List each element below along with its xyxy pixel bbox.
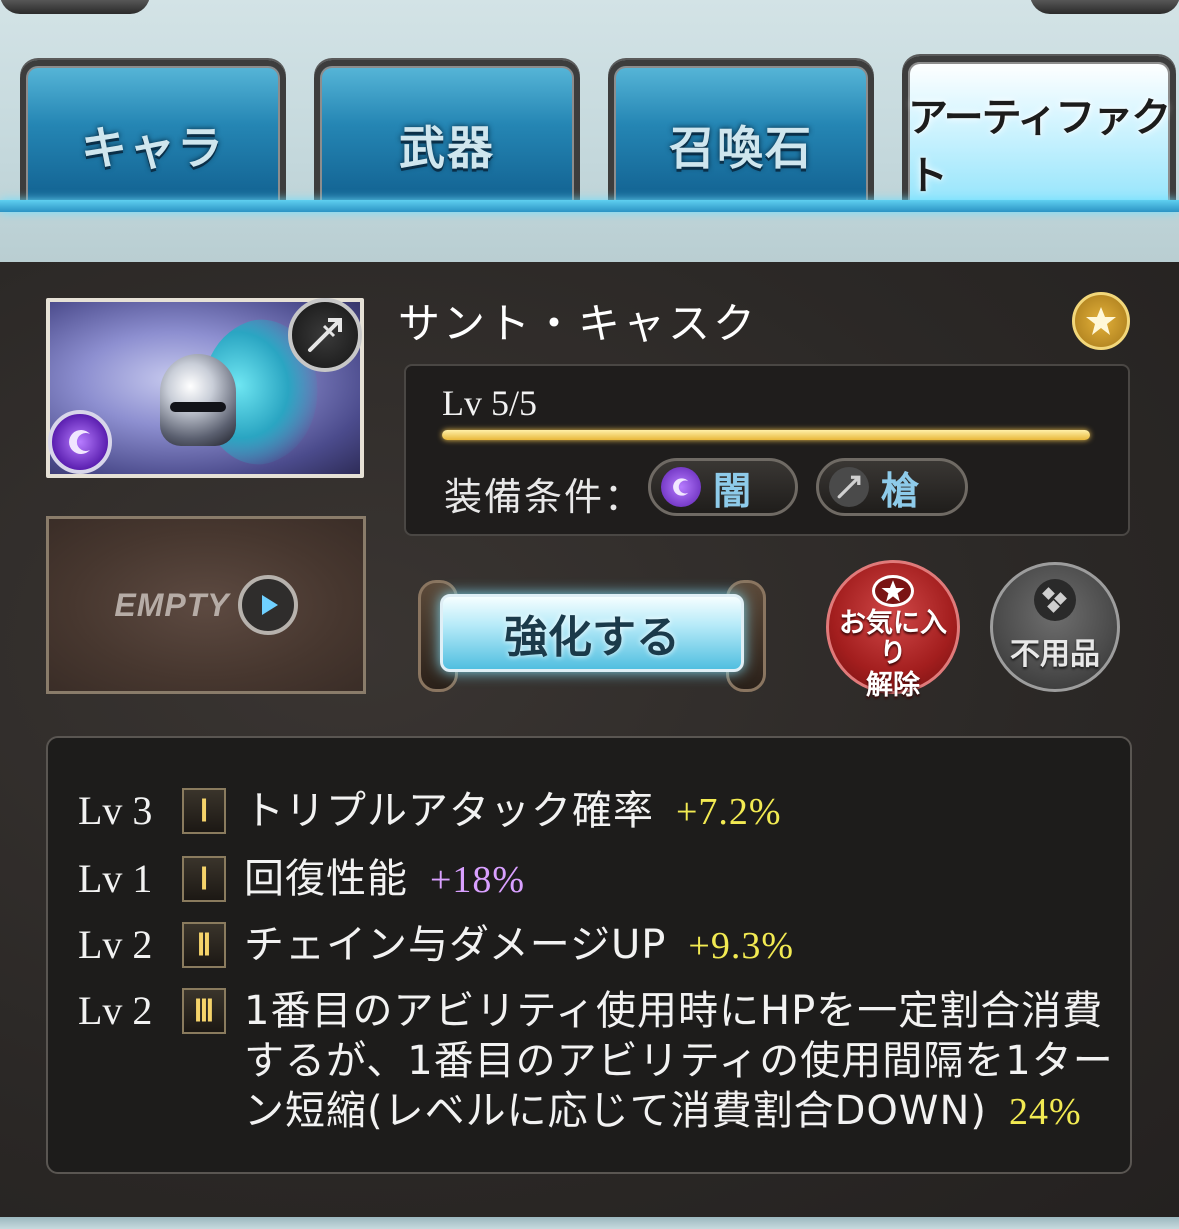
unneeded-icon xyxy=(1034,579,1076,621)
dark-element-icon xyxy=(48,410,112,474)
skill-level: Lv 1 xyxy=(78,856,153,901)
skill-level: Lv 2 xyxy=(78,988,153,1033)
skill-tier-badge: Ⅱ xyxy=(182,922,226,968)
tab-bar: キャラ 武器 召喚石 アーティファクト xyxy=(0,0,1179,262)
empty-skin-slot[interactable]: EMPTY xyxy=(46,516,366,694)
skill-tier-badge: Ⅰ xyxy=(182,856,226,902)
tab-label: キャラ xyxy=(81,121,225,175)
spear-icon xyxy=(829,467,869,507)
play-icon[interactable] xyxy=(237,575,298,635)
frame-ornament xyxy=(0,0,150,14)
helmet-icon xyxy=(160,354,236,446)
tab-summons[interactable]: 召喚石 xyxy=(608,60,874,212)
skill-text-line3-wrap: ン短縮(レベルに応じて消費割合DOWN) 24% xyxy=(244,1086,1104,1137)
skill-text-line3: ン短縮(レベルに応じて消費割合DOWN) xyxy=(244,1088,987,1134)
tab-artifacts[interactable]: アーティファクト xyxy=(902,56,1176,212)
skill-value: +18% xyxy=(430,859,526,901)
skill-text: チェイン与ダメージUP xyxy=(244,922,667,968)
condition-dark: 闇 xyxy=(648,458,798,516)
unfavorite-label-2: 解除 xyxy=(866,670,920,701)
skill-text-line2: するが、1番目のアビリティの使用間隔を1ター xyxy=(244,1038,1114,1084)
skill-text: 回復性能 xyxy=(244,856,408,902)
skill-description: 1番目のアビリティ使用時にHPを一定割合消費 するが、1番目のアビリティの使用間… xyxy=(244,986,1114,1137)
unneeded-button[interactable]: 不用品 xyxy=(990,562,1120,692)
skill-row: Lv 2 Ⅱ チェイン与ダメージUP +9.3% xyxy=(78,920,794,971)
unfavorite-button[interactable]: お気に入り 解除 xyxy=(826,560,960,701)
condition-label: 闇 xyxy=(713,468,752,513)
enhance-button[interactable]: 強化する xyxy=(418,576,766,692)
enhance-label: 強化する xyxy=(504,612,680,663)
skill-value: 24% xyxy=(1008,1091,1082,1133)
condition-spear: 槍 xyxy=(816,458,968,516)
enhance-button-body: 強化する xyxy=(440,594,744,672)
tab-weapons[interactable]: 武器 xyxy=(314,60,580,212)
bottom-frame xyxy=(0,1217,1179,1229)
skill-level: Lv 2 xyxy=(78,922,153,967)
favorite-star-icon xyxy=(1072,292,1130,350)
skill-tier-badge: Ⅲ xyxy=(182,988,226,1034)
skill-text-line1: 1番目のアビリティ使用時にHPを一定割合消費 xyxy=(244,988,1104,1034)
skill-level: Lv 3 xyxy=(78,788,153,833)
skill-text: トリプルアタック確率 xyxy=(244,788,654,834)
artifact-name: サント・キャスク xyxy=(398,299,759,348)
tab-label: 召喚石 xyxy=(669,121,813,175)
skill-value: +7.2% xyxy=(676,791,782,833)
spear-icon xyxy=(288,298,362,372)
skill-tier-badge: Ⅰ xyxy=(182,788,226,834)
dark-element-icon xyxy=(661,467,701,507)
frame-ornament xyxy=(1030,0,1179,14)
skill-row: Lv 2 Ⅲ 1番目のアビリティ使用時にHPを一定割合消費 するが、1番目のアビ… xyxy=(78,986,1114,1137)
tab-label: アーティファクト xyxy=(908,95,1171,199)
skill-description: チェイン与ダメージUP +9.3% xyxy=(244,920,794,971)
artifact-level: Lv 5/5 xyxy=(442,383,537,423)
tab-characters[interactable]: キャラ xyxy=(20,60,286,212)
skill-row: Lv 3 Ⅰ トリプルアタック確率 +7.2% xyxy=(78,786,782,837)
level-progress-bar xyxy=(442,430,1090,440)
empty-label: EMPTY xyxy=(114,586,230,623)
helmet-visor xyxy=(170,402,226,412)
skill-row: Lv 1 Ⅰ 回復性能 +18% xyxy=(78,854,525,905)
skill-description: 回復性能 +18% xyxy=(244,854,525,905)
equip-condition-label: 装備条件： xyxy=(444,475,645,519)
unneeded-label: 不用品 xyxy=(1010,637,1100,672)
tab-label: 武器 xyxy=(399,121,495,175)
skill-description: トリプルアタック確率 +7.2% xyxy=(244,786,782,837)
star-icon xyxy=(872,575,914,607)
unfavorite-label-1: お気に入り xyxy=(839,608,947,669)
condition-label: 槍 xyxy=(881,468,920,513)
skill-value: +9.3% xyxy=(688,925,794,967)
